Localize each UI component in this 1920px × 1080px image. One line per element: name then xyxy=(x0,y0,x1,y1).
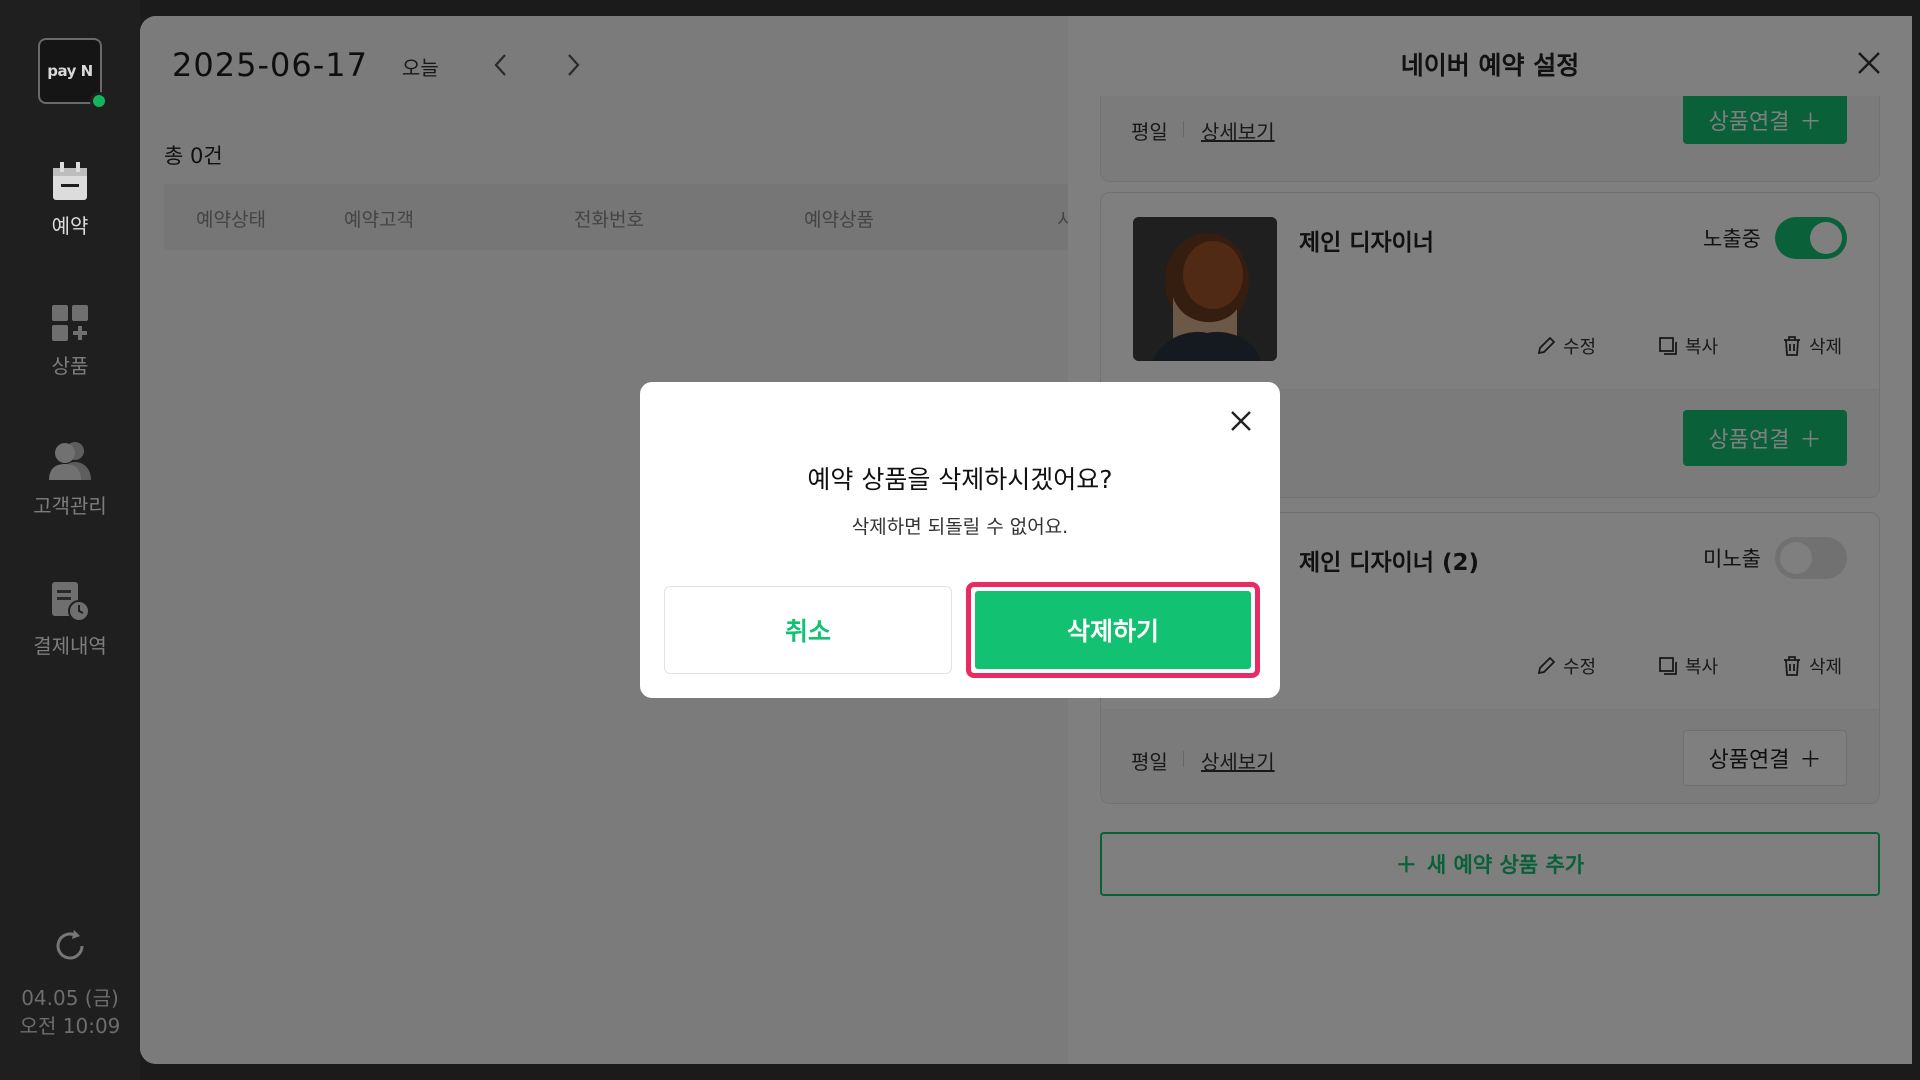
clock-date: 04.05 (금) xyxy=(21,986,119,1010)
sidebar-item-product[interactable]: 상품 xyxy=(0,304,140,379)
online-status-dot xyxy=(90,92,108,110)
app-logo: pay N xyxy=(38,38,108,110)
sidebar-item-label: 예약 xyxy=(51,214,89,238)
sidebar-item-reservation[interactable]: 예약 xyxy=(0,160,140,239)
sidebar: pay N 예약 상품 고객관리 결제내역 04.05 (금) 오전 10:09 xyxy=(0,0,140,1080)
confirm-delete-button[interactable]: 삭제하기 xyxy=(966,582,1260,678)
confirm-delete-label: 삭제하기 xyxy=(975,591,1251,669)
customers-icon xyxy=(49,442,91,480)
refresh-icon[interactable] xyxy=(52,928,88,964)
delete-confirm-dialog: 예약 상품을 삭제하시겠어요? 삭제하면 되돌릴 수 없어요. 취소 삭제하기 xyxy=(640,382,1280,698)
payment-history-icon xyxy=(52,582,90,622)
close-icon[interactable] xyxy=(1226,406,1256,436)
device-frame: pay N 예약 상품 고객관리 결제내역 04.05 (금) 오전 10:09… xyxy=(0,0,1920,1080)
sidebar-item-customers[interactable]: 고객관리 xyxy=(0,440,140,519)
sidebar-item-label: 결제내역 xyxy=(33,634,107,658)
cancel-button[interactable]: 취소 xyxy=(664,586,952,674)
dialog-title: 예약 상품을 삭제하시겠어요? xyxy=(807,465,1113,494)
sidebar-item-label: 상품 xyxy=(51,354,89,378)
logo-text: pay N xyxy=(47,62,93,80)
clock-time: 오전 10:09 xyxy=(19,1014,121,1038)
sidebar-clock: 04.05 (금) 오전 10:09 xyxy=(0,984,140,1040)
sidebar-item-label: 고객관리 xyxy=(33,494,107,518)
calendar-icon xyxy=(53,162,87,200)
product-grid-icon xyxy=(52,305,88,341)
sidebar-item-payments[interactable]: 결제내역 xyxy=(0,580,140,659)
dialog-subtitle: 삭제하면 되돌릴 수 없어요. xyxy=(851,516,1069,538)
